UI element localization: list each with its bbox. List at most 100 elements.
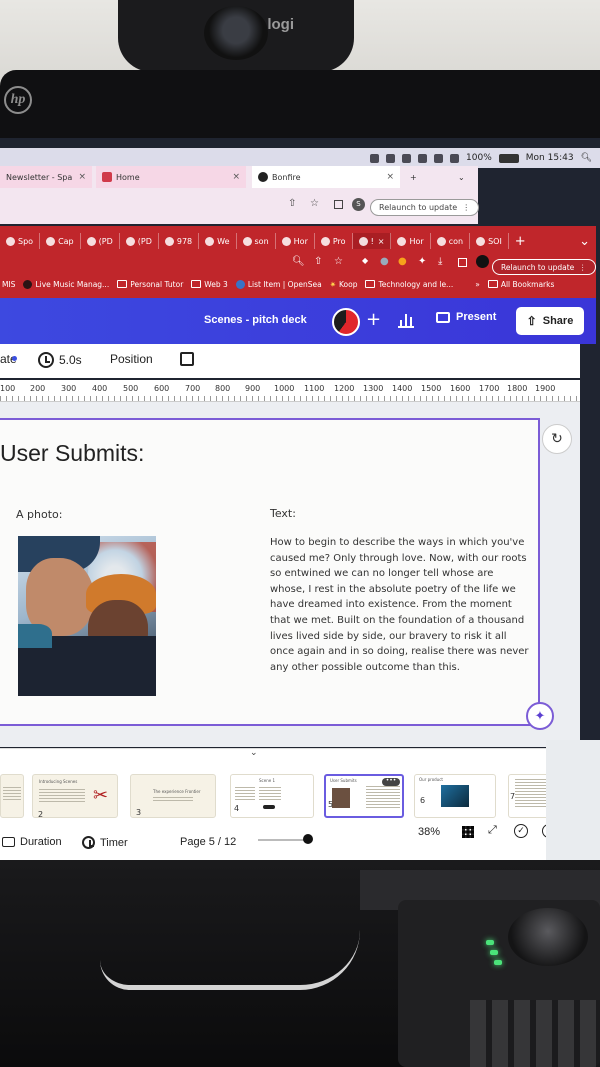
share-icon[interactable]: ⇧ — [314, 256, 322, 267]
green-led — [490, 950, 498, 955]
ruler-label: 1500 — [421, 384, 442, 393]
tab-item[interactable]: Pro — [315, 233, 353, 249]
zoom-slider[interactable] — [258, 839, 308, 841]
wifi-icon[interactable] — [450, 153, 460, 163]
tab-item[interactable]: Cap — [40, 233, 81, 249]
slide-body-text[interactable]: How to begin to describe the ways in whi… — [270, 535, 530, 675]
extension-icon[interactable]: ● — [380, 256, 389, 267]
fullscreen-icon[interactable]: ⤢ — [488, 824, 497, 837]
tab-item-active[interactable]: ! × — [352, 233, 392, 249]
thumbnail-page-3[interactable]: The experience Frontier — [130, 774, 216, 818]
tab-item[interactable]: Hor — [276, 233, 315, 249]
present-button[interactable]: Present — [436, 311, 496, 323]
bookmark-item[interactable]: Live Music Manag... — [23, 279, 109, 289]
text-label[interactable]: Text: — [270, 507, 296, 520]
thumbnail-page-6[interactable]: Our product — [414, 774, 496, 818]
grid-view-icon[interactable] — [462, 826, 474, 838]
menubar-app-icon[interactable] — [370, 153, 380, 163]
ruler-label: 1200 — [334, 384, 355, 393]
close-icon[interactable]: × — [378, 237, 385, 246]
battery-icon[interactable] — [498, 153, 519, 163]
star-icon[interactable]: ☆ — [310, 198, 319, 209]
extension-icon[interactable]: ◆ — [362, 256, 368, 265]
tab-item[interactable]: 978 — [159, 233, 200, 249]
thumbnail-page-5-selected[interactable]: User Submits ••• — [324, 774, 404, 818]
duration-button[interactable]: 5.0s — [38, 352, 82, 368]
bookmark-item[interactable]: ✷ Koop — [330, 280, 358, 289]
tab-search-icon[interactable]: ⌄ — [573, 234, 596, 249]
relaunch-button[interactable]: Relaunch to update ⋮ — [492, 259, 596, 275]
tab-item[interactable]: We — [199, 233, 237, 249]
bookmark-folder[interactable]: Personal Tutor — [117, 280, 183, 289]
favicon-icon — [205, 236, 215, 246]
menubar-app-icon[interactable] — [418, 153, 428, 163]
chevron-down-icon[interactable]: ⌄ — [250, 748, 258, 758]
ruler-label: 800 — [215, 384, 231, 393]
couple-photo[interactable] — [18, 536, 156, 696]
tab-home[interactable]: Home × — [96, 166, 246, 188]
tab-bonfire[interactable]: Bonfire × — [252, 166, 400, 188]
thumbnail-page-4[interactable]: Scene 1 — [230, 774, 314, 818]
extension-icon[interactable]: ● — [398, 256, 407, 267]
bookmark-item[interactable]: List Item | OpenSea — [235, 279, 322, 289]
new-tab-button[interactable]: + — [509, 234, 532, 249]
spotlight-icon[interactable]: 🔍︎ — [581, 153, 592, 163]
lock-button[interactable] — [180, 352, 194, 366]
thumbnail-page-1[interactable] — [0, 774, 24, 818]
position-button[interactable]: Position — [110, 352, 153, 366]
thumbnail-lines — [3, 787, 21, 801]
page-indicator[interactable]: Page 5 / 12 — [180, 836, 236, 848]
profile-avatar[interactable]: S — [352, 198, 365, 211]
tab-item[interactable]: (PD — [120, 233, 159, 249]
invite-plus-icon[interactable]: + — [366, 309, 381, 330]
timer-icon — [82, 836, 95, 849]
magic-sparkle-icon[interactable]: ✦ — [526, 702, 554, 730]
new-tab-button[interactable]: + — [404, 166, 434, 188]
sidepanel-icon[interactable] — [334, 200, 343, 209]
zoom-icon[interactable]: 🔍︎ — [292, 256, 305, 267]
duration-footer-button[interactable]: Duration — [2, 836, 62, 848]
sidepanel-icon[interactable] — [458, 258, 467, 267]
refresh-icon[interactable]: ↻ — [542, 424, 572, 454]
menubar-app-icon[interactable] — [402, 153, 412, 163]
close-icon[interactable]: × — [380, 172, 394, 182]
bookmark-folder[interactable]: Web 3 — [191, 280, 228, 289]
tab-item[interactable]: Hor — [391, 233, 431, 249]
bluetooth-icon[interactable] — [434, 153, 444, 163]
bookmark-folder[interactable]: Technology and le... — [365, 280, 453, 289]
all-bookmarks[interactable]: All Bookmarks — [487, 280, 554, 289]
slide-title[interactable]: User Submits: — [0, 440, 144, 467]
tab-item[interactable]: (PD — [81, 233, 120, 249]
tab-item[interactable]: SOI — [470, 233, 509, 249]
tab-item[interactable]: son — [237, 233, 276, 249]
puzzle-icon[interactable]: ✦ — [418, 256, 426, 267]
menubar-clock[interactable]: Mon 15:43 — [526, 153, 574, 163]
zoom-slider-handle[interactable] — [303, 834, 313, 844]
tab-search-icon[interactable]: ⌄ — [452, 166, 472, 188]
timer-button[interactable]: Timer — [82, 836, 128, 849]
photo-label[interactable]: A photo: — [16, 508, 62, 521]
thumbnail-page-2[interactable]: Introducing Scenes ✂ — [32, 774, 118, 818]
bookmark-item[interactable]: MIS — [2, 280, 15, 289]
close-icon[interactable]: × — [72, 172, 86, 182]
star-icon[interactable]: ☆ — [334, 256, 343, 267]
check-icon[interactable]: ✓ — [514, 824, 528, 838]
tab-item[interactable]: Spo — [0, 233, 41, 249]
tab-newsletter[interactable]: Newsletter - Spa × — [0, 166, 92, 188]
download-icon[interactable]: ⤓ — [438, 256, 442, 267]
green-led — [494, 960, 502, 965]
menubar-app-icon[interactable] — [386, 153, 396, 163]
document-title[interactable]: Scenes - pitch deck — [204, 314, 307, 326]
thumbnail-more-icon[interactable]: ••• — [382, 778, 400, 786]
relaunch-button[interactable]: Relaunch to update ⋮ — [370, 199, 480, 216]
insights-icon[interactable] — [398, 314, 414, 328]
close-icon[interactable]: × — [226, 172, 240, 182]
profile-avatar[interactable] — [476, 255, 489, 268]
zoom-percent[interactable]: 38% — [418, 826, 440, 838]
animate-button[interactable]: ate — [0, 352, 17, 366]
share-button[interactable]: ⇧ Share — [516, 307, 584, 335]
user-avatar[interactable] — [332, 308, 360, 336]
bookmarks-overflow-icon[interactable]: » — [475, 280, 480, 289]
tab-item[interactable]: con — [431, 233, 471, 249]
share-icon[interactable]: ⇧ — [288, 198, 296, 209]
